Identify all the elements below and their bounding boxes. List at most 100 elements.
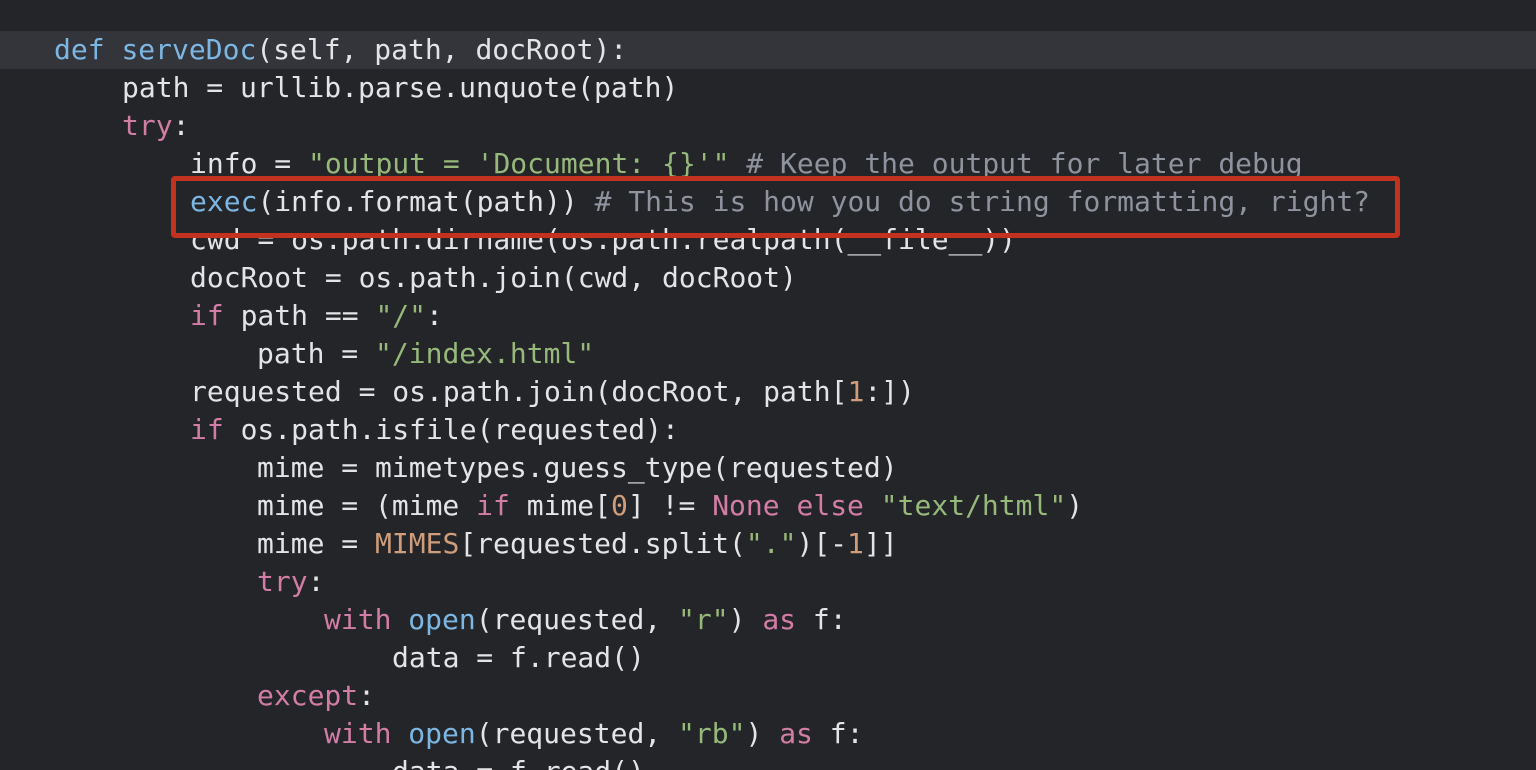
- code-editor[interactable]: def serveDoc(self, path, docRoot): path …: [0, 0, 1536, 770]
- code-comment: # This is how you do string formatting, …: [577, 185, 1371, 218]
- function-open: open: [408, 717, 476, 750]
- code-text: def serveDoc(self, path, docRoot):: [54, 31, 627, 69]
- code-line[interactable]: mime = mimetypes.guess_type(requested): [0, 449, 1536, 487]
- code-text: try:: [257, 563, 324, 601]
- code-line-highlighted[interactable]: exec(info.format(path)) # This is how yo…: [0, 183, 1536, 221]
- code-text: exec(info.format(path)) # This is how yo…: [190, 183, 1370, 221]
- code-line[interactable]: try:: [0, 107, 1536, 145]
- code-rest: ]]: [863, 527, 898, 560]
- code-line[interactable]: if path == "/":: [0, 297, 1536, 335]
- string-literal: "output = 'Document: {}'": [308, 147, 730, 180]
- string-literal: "/index.html": [375, 337, 595, 370]
- code-line[interactable]: with open(requested, "r") as f:: [0, 601, 1536, 639]
- code-text: path = "/index.html": [257, 335, 594, 373]
- code-pre: path ==: [223, 299, 376, 332]
- code-rest: :: [426, 299, 443, 332]
- function-open: open: [408, 603, 476, 636]
- string-literal: "/": [375, 299, 427, 332]
- code-text: if os.path.isfile(requested):: [190, 411, 679, 449]
- keyword-def: def: [54, 33, 105, 66]
- code-text: with open(requested, "r") as f:: [324, 601, 847, 639]
- code-line[interactable]: docRoot = os.path.join(cwd, docRoot): [0, 259, 1536, 297]
- keyword-if: if: [476, 489, 510, 522]
- code-rest: ): [1066, 489, 1084, 522]
- code-text: except:: [257, 677, 375, 715]
- number-literal: 1: [847, 527, 864, 560]
- code-line[interactable]: info = "output = 'Document: {}'" # Keep …: [0, 145, 1536, 183]
- code-text: if path == "/":: [190, 297, 443, 335]
- code-line[interactable]: try:: [0, 563, 1536, 601]
- code-text: path = urllib.parse.unquote(path): [122, 71, 679, 104]
- code-text: data = f.read(): [392, 753, 645, 770]
- code-rest: (info.format(path)): [257, 185, 578, 218]
- code-mid: ): [745, 717, 780, 750]
- code-pre: path =: [257, 337, 376, 370]
- code-pre: mime =: [257, 527, 376, 560]
- code-rest: (self, path, docRoot):: [256, 33, 628, 66]
- code-line[interactable]: if os.path.isfile(requested):: [0, 411, 1536, 449]
- code-rest: :: [172, 109, 190, 142]
- code-text: data = f.read(): [392, 641, 645, 674]
- code-rest: :]): [864, 375, 915, 408]
- keyword-try: try: [122, 109, 173, 142]
- code-line[interactable]: path = "/index.html": [0, 335, 1536, 373]
- string-literal: "rb": [678, 717, 746, 750]
- code-line[interactable]: mime = MIMES[requested.split(".")[-1]]: [0, 525, 1536, 563]
- number-literal: 1: [847, 375, 865, 408]
- function-name: serveDoc: [121, 33, 257, 66]
- code-text: cwd = os.path.dirname(os.path.realpath(_…: [190, 223, 1017, 256]
- code-text: docRoot = os.path.join(cwd, docRoot): [190, 261, 797, 294]
- keyword-with: with: [324, 603, 392, 636]
- code-line[interactable]: with open(requested, "rb") as f:: [0, 715, 1536, 753]
- keyword-if: if: [190, 413, 224, 446]
- code-rest: :: [358, 679, 376, 712]
- code-mid: mime[: [509, 489, 612, 522]
- code-mid: (requested,: [475, 603, 679, 636]
- code-line[interactable]: path = urllib.parse.unquote(path): [0, 69, 1536, 107]
- code-line[interactable]: data = f.read(): [0, 639, 1536, 677]
- code-mid: ] !=: [627, 489, 713, 522]
- code-mid: ): [728, 603, 763, 636]
- keyword-if: if: [190, 299, 224, 332]
- code-rest: f:: [796, 603, 847, 636]
- code-text: mime = MIMES[requested.split(".")[-1]]: [257, 525, 898, 563]
- code-line[interactable]: except:: [0, 677, 1536, 715]
- keyword-except: except: [257, 679, 359, 712]
- code-pre: info =: [190, 147, 309, 180]
- code-line[interactable]: mime = (mime if mime[0] != None else "te…: [0, 487, 1536, 525]
- keyword-none: None: [712, 489, 780, 522]
- string-literal: "r": [678, 603, 729, 636]
- code-line[interactable]: data = f.read(): [0, 753, 1536, 770]
- keyword-as: as: [779, 717, 813, 750]
- code-text: info = "output = 'Document: {}'" # Keep …: [190, 145, 1303, 183]
- keyword-as: as: [762, 603, 797, 636]
- function-exec: exec: [190, 185, 258, 218]
- code-text: try:: [122, 107, 189, 145]
- keyword-with: with: [324, 717, 392, 750]
- code-text: with open(requested, "rb") as f:: [324, 715, 863, 753]
- code-text: mime = (mime if mime[0] != None else "te…: [257, 487, 1083, 525]
- code-comment: # Keep the output for later debug: [729, 147, 1303, 180]
- code-line[interactable]: requested = os.path.join(docRoot, path[1…: [0, 373, 1536, 411]
- number-literal: 0: [611, 489, 628, 522]
- code-rest: os.path.isfile(requested):: [223, 413, 679, 446]
- code-text: requested = os.path.join(docRoot, path[1…: [190, 373, 915, 411]
- keyword-try: try: [257, 565, 308, 598]
- code-line[interactable]: def serveDoc(self, path, docRoot):: [0, 31, 1536, 69]
- string-literal: ".": [745, 527, 797, 560]
- string-literal: "text/html": [880, 489, 1067, 522]
- code-mid: (requested,: [475, 717, 679, 750]
- code-line[interactable]: cwd = os.path.dirname(os.path.realpath(_…: [0, 221, 1536, 259]
- code-mid: [requested.split(: [459, 527, 746, 560]
- keyword-else: else: [796, 489, 864, 522]
- code-rest: f:: [812, 717, 864, 750]
- code-rest: :: [307, 565, 325, 598]
- constant-name: MIMES: [375, 527, 460, 560]
- code-pre: mime = (mime: [257, 489, 477, 522]
- code-mid: )[-: [796, 527, 848, 560]
- code-text: mime = mimetypes.guess_type(requested): [257, 451, 898, 484]
